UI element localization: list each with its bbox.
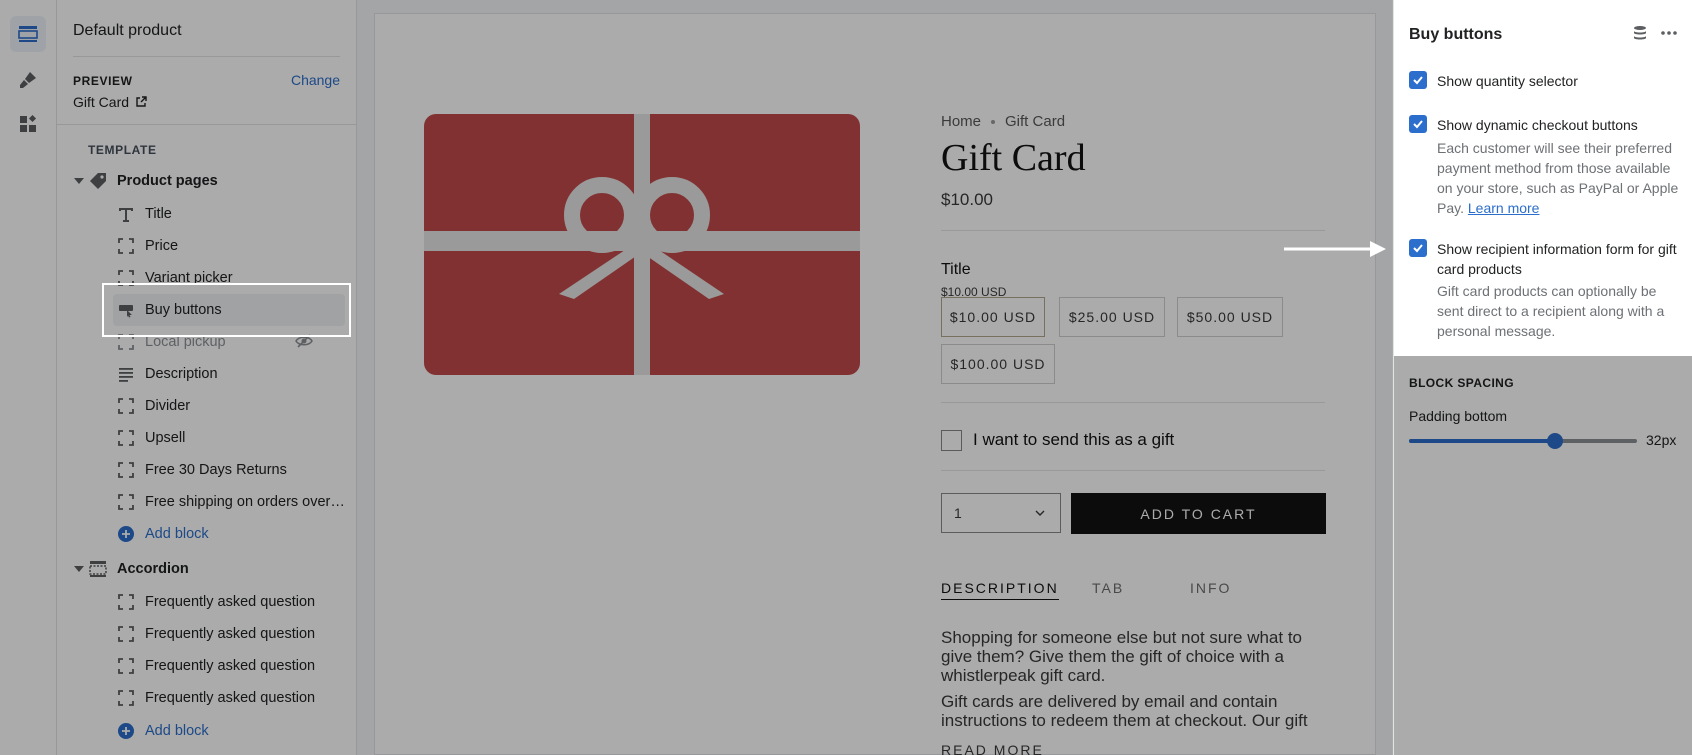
more-options-icon[interactable] <box>1660 25 1678 46</box>
modal-dim-overlay <box>0 0 1393 755</box>
setting-label: Show dynamic checkout buttons <box>1437 117 1638 133</box>
checkbox-checked[interactable] <box>1409 239 1427 257</box>
panel-title: Buy buttons <box>1409 26 1503 43</box>
block-settings-panel: Buy buttons Show quantity selector Show … <box>1393 0 1692 755</box>
setting-help-text: Each customer will see their preferred p… <box>1437 138 1685 218</box>
setting-help-text: Gift card products can optionally be sen… <box>1437 283 1665 339</box>
checkbox-checked[interactable] <box>1409 115 1427 133</box>
callout-highlight-box <box>102 283 351 337</box>
panel-dim-overlay <box>1394 356 1692 755</box>
callout-arrow-icon <box>1284 241 1386 257</box>
checkbox-checked[interactable] <box>1409 71 1427 89</box>
setting-label: Show recipient information form for gift… <box>1437 241 1677 277</box>
dynamic-source-icon[interactable] <box>1632 25 1648 46</box>
learn-more-link[interactable]: Learn more <box>1468 200 1540 216</box>
setting-label: Show quantity selector <box>1437 73 1578 89</box>
